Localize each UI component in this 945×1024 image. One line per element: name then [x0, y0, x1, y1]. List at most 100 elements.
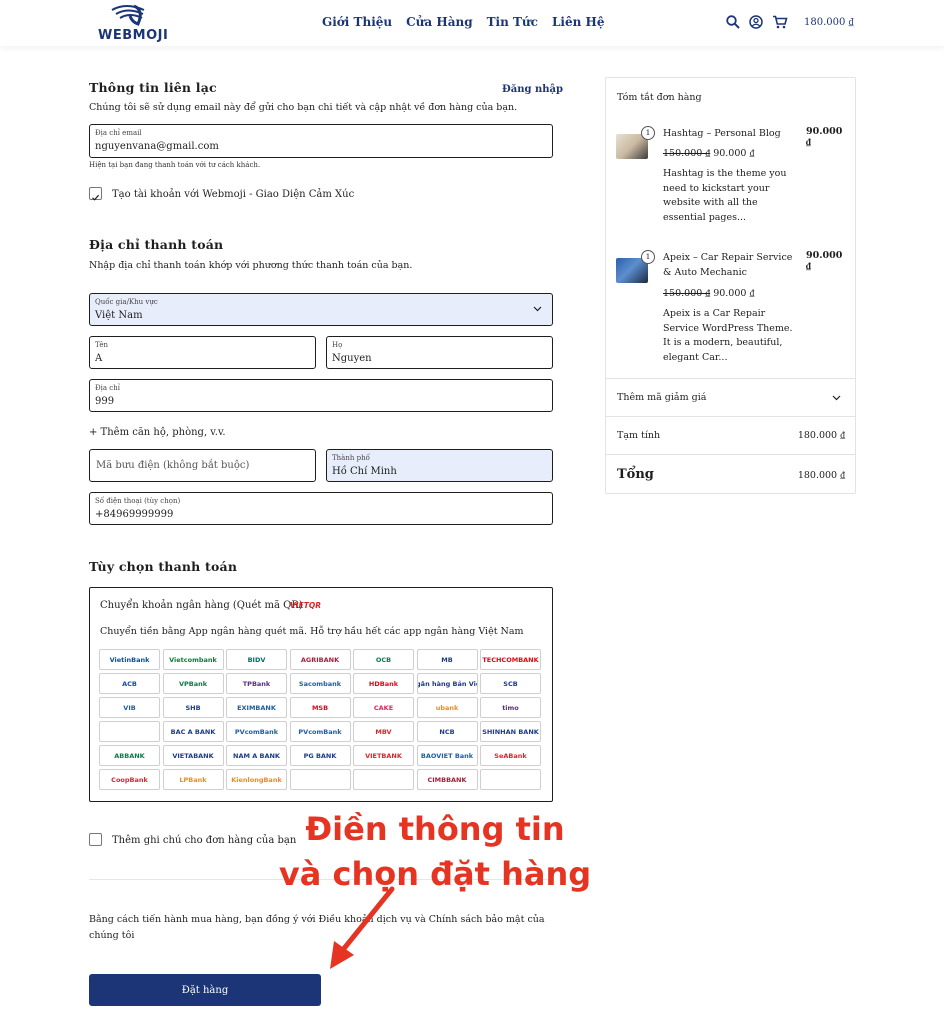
country-value: Việt Nam	[95, 310, 143, 321]
postcode-placeholder: Mã bưu điện (không bắt buộc)	[96, 460, 250, 471]
total-value: 180.000 ₫	[797, 470, 845, 481]
bank-name: SCB	[503, 679, 518, 688]
phone-value: +84969999999	[95, 509, 174, 520]
create-account-label: Tạo tài khoản với Webmoji - Giao Diện Cả…	[112, 189, 355, 200]
coupon-label: Thêm mã giảm giá	[617, 392, 707, 403]
bank-name: ABBANK	[114, 751, 145, 760]
email-value: nguyenvana@gmail.com	[95, 141, 219, 152]
bank-name: MBV	[375, 727, 392, 736]
email-label: Địa chỉ email	[95, 129, 142, 137]
address-field[interactable]: Địa chỉ 999	[89, 379, 553, 412]
bank-name: MSB	[311, 703, 329, 712]
cart-icon[interactable]	[772, 15, 788, 29]
bank-name: VietinBank	[109, 655, 150, 664]
bank-logo	[289, 769, 351, 790]
quantity-badge: 1	[641, 250, 655, 264]
payment-method-box[interactable]: Chuyển khoản ngân hàng (Quét mã QR) VIET…	[89, 587, 553, 802]
payment-method-title: Chuyển khoản ngân hàng (Quét mã QR)	[100, 600, 303, 611]
product-price: 90.000 ₫	[806, 250, 843, 272]
summary-title: Tóm tắt đơn hàng	[617, 92, 702, 103]
place-order-button[interactable]: Đặt hàng	[89, 974, 321, 1006]
bank-logo: CIMBBANK	[416, 769, 478, 790]
bank-name: Sacombank	[298, 679, 342, 688]
bank-logo: PVcomBank	[289, 721, 351, 742]
search-icon[interactable]	[726, 15, 740, 29]
bank-logo: timo	[480, 697, 541, 718]
bank-name: OCB	[375, 655, 392, 664]
payment-description: Chuyển tiền bằng App ngân hàng quét mã. …	[100, 626, 524, 637]
last-name-field[interactable]: Họ Nguyen	[326, 336, 553, 369]
last-name-label: Họ	[332, 341, 343, 349]
country-label: Quốc gia/Khu vực	[95, 298, 158, 306]
cart-total[interactable]: 180.000 ₫	[804, 17, 854, 28]
phone-field[interactable]: Số điện thoại (tùy chọn) +84969999999	[89, 492, 553, 525]
annotation-arrow-icon	[330, 886, 395, 969]
nav-tin-tuc[interactable]: Tin Tức	[487, 15, 538, 29]
bank-logo: PVcomBank	[226, 721, 287, 742]
bank-name: SHB	[185, 703, 201, 712]
bank-logo: NCB	[416, 721, 478, 742]
subtotal-label: Tạm tính	[617, 430, 661, 441]
bank-logo: ABBANK	[99, 745, 160, 766]
city-value: Hồ Chí Minh	[332, 466, 397, 477]
bank-name: EXIMBANK	[237, 703, 276, 712]
contact-section-title: Thông tin liên lạc	[89, 80, 217, 95]
bank-logo: VIETABANK	[162, 745, 224, 766]
country-select[interactable]: Quốc gia/Khu vực Việt Nam	[89, 293, 553, 326]
account-icon[interactable]	[749, 15, 763, 29]
nav-cua-hang[interactable]: Cửa Hàng	[406, 15, 472, 29]
nav-gioi-thieu[interactable]: Giới Thiệu	[322, 15, 392, 29]
chevron-down-icon	[832, 395, 841, 401]
bank-logo	[480, 769, 541, 790]
checkmark-icon	[92, 194, 100, 201]
first-name-label: Tên	[95, 341, 108, 349]
summary-item: 1 Apeix – Car Repair Service & Auto Mech…	[616, 250, 846, 370]
old-price: 150.000 ₫	[663, 148, 711, 159]
bank-logo: BIDV	[226, 649, 287, 670]
bank-logo: PG BANK	[289, 745, 351, 766]
bank-logo: SCB	[480, 673, 541, 694]
bank-logo: SHINHAN BANK	[480, 721, 541, 742]
bank-logo: TECHCOMBANK	[480, 649, 541, 670]
bank-name: VPBank	[178, 679, 208, 688]
bank-logo-grid: VietinBank Vietcombank BIDV AGRIBANK OCB MB TE…	[99, 649, 541, 790]
first-name-field[interactable]: Tên A	[89, 336, 316, 369]
bank-logo	[99, 721, 160, 742]
bank-logo: VIETBANK	[353, 745, 414, 766]
bank-logo: HDBank	[353, 673, 414, 694]
bank-name: PG BANK	[303, 751, 337, 760]
bank-logo: SeABank	[480, 745, 541, 766]
bank-logo: CoopBank	[99, 769, 160, 790]
new-price: 90.000 ₫	[713, 288, 755, 299]
last-name-value: Nguyen	[332, 353, 372, 364]
billing-section-title: Địa chỉ thanh toán	[89, 237, 224, 252]
bank-logo: VietinBank	[99, 649, 160, 670]
header-icons	[726, 15, 788, 29]
bank-logo: LPBank	[162, 769, 224, 790]
bank-logo: ubank	[416, 697, 478, 718]
login-link[interactable]: Đăng nhập	[502, 84, 563, 95]
email-field[interactable]: Địa chỉ email nguyenvana@gmail.com	[89, 124, 553, 158]
bank-name: timo	[502, 703, 519, 712]
bank-name: BAC A BANK	[170, 727, 216, 736]
bank-logo: OCB	[353, 649, 414, 670]
billing-description: Nhập địa chỉ thanh toán khớp với phương …	[89, 260, 413, 271]
bank-logo: MBV	[353, 721, 414, 742]
coupon-toggle[interactable]: Thêm mã giảm giá	[606, 378, 855, 416]
add-apartment-link[interactable]: + Thêm căn hộ, phòng, v.v.	[89, 427, 226, 438]
logo-text: WEBMOJI	[98, 28, 169, 43]
bank-logo	[353, 769, 414, 790]
bank-name: AGRIBANK	[300, 655, 340, 664]
bank-name: BAOVIET Bank	[420, 751, 474, 760]
bank-name: SHINHAN BANK	[482, 727, 539, 736]
nav-lien-he[interactable]: Liên Hệ	[552, 15, 605, 29]
create-account-checkbox[interactable]	[89, 187, 102, 201]
bank-logo: EXIMBANK	[226, 697, 287, 718]
first-name-value: A	[95, 353, 103, 364]
city-field[interactable]: Thành phố Hồ Chí Minh	[326, 449, 553, 482]
postcode-field[interactable]: Mã bưu điện (không bắt buộc)	[89, 449, 316, 482]
logo-swoosh-icon	[111, 4, 145, 26]
order-note-checkbox[interactable]	[89, 833, 102, 846]
webmoji-logo[interactable]: WEBMOJI	[98, 4, 169, 43]
site-header: WEBMOJI Giới Thiệu Cửa Hàng Tin Tức Liên…	[0, 0, 945, 46]
